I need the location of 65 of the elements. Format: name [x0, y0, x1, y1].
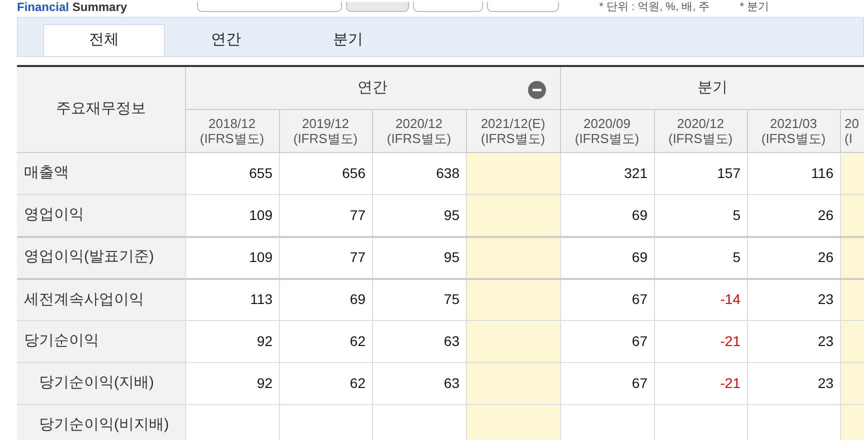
column-header: 2019/12 (IFRS별도): [279, 110, 372, 152]
table-cell: 69: [350, 291, 366, 308]
toolbar-button[interactable]: [197, 2, 342, 12]
row-label: 매출액: [17, 152, 185, 194]
row-label: 영업이익: [17, 194, 185, 236]
table-cell: 63: [444, 375, 460, 391]
table-cell: 655: [249, 165, 272, 181]
table-cell: -21: [720, 375, 740, 391]
table-cell: 95: [444, 206, 460, 223]
table-cell: 92: [256, 333, 272, 349]
column-header: 2020/12 (IFRS별도): [654, 110, 747, 152]
column-header: 2018/12 (IFRS별도): [185, 110, 279, 152]
group-header: 분기: [697, 78, 728, 98]
table-cell: 5: [732, 249, 740, 265]
toolbar-button[interactable]: [487, 2, 560, 12]
unit-note: * 분기: [740, 0, 770, 14]
table-cell: 77: [350, 206, 366, 223]
table-cell: 26: [818, 206, 834, 223]
table-cell: 157: [717, 165, 740, 181]
table-cell: 23: [818, 375, 834, 391]
table-cell: 116: [811, 165, 834, 181]
table-cell: 69: [632, 249, 648, 265]
table-cell: 67: [632, 333, 648, 349]
table-cell: 109: [249, 249, 272, 265]
toolbar-button[interactable]: [346, 2, 410, 12]
table-cell: 5: [732, 206, 740, 223]
column-header: 2021/03 (IFRS별도): [747, 110, 840, 152]
header-cell: 주요재무정보: [17, 66, 185, 152]
table-cell: -21: [720, 333, 740, 349]
table-cell: 92: [256, 375, 272, 391]
column-header: 2021/12(E) (IFRS별도): [466, 110, 560, 152]
table-cell: 75: [444, 291, 460, 308]
table-cell: 23: [818, 333, 834, 349]
table-cell: 113: [250, 291, 272, 308]
unit-note: * 단위 : 억원, %, 배, 주: [599, 0, 710, 14]
table-cell: 95: [444, 249, 460, 265]
table-cell: 26: [818, 249, 834, 265]
table-cell: 67: [632, 291, 648, 308]
toolbar-button[interactable]: [413, 2, 484, 12]
section-title: Financial Summary: [17, 0, 128, 14]
table-cell: 656: [342, 165, 366, 181]
row-label: 당기순이익(비지배): [17, 404, 185, 440]
column-header: 2020/12 (IFRS별도): [372, 110, 466, 152]
tab[interactable]: 전체: [43, 24, 165, 56]
tab[interactable]: 연간: [165, 24, 287, 56]
row-label: 세전계속사업이익: [17, 278, 185, 320]
table-cell: 109: [249, 206, 272, 223]
row-label: 당기순이익(지배): [17, 362, 185, 404]
column-header: 2020/09 (IFRS별도): [560, 110, 654, 152]
table-cell: -14: [720, 291, 740, 308]
column-header: 20 (I: [840, 110, 864, 152]
table-cell: 69: [632, 206, 648, 223]
tab[interactable]: 분기: [287, 24, 409, 56]
group-header: 연간: [358, 78, 388, 98]
table-cell: 62: [350, 333, 366, 349]
table-cell: 67: [632, 375, 648, 391]
table-cell: 23: [818, 291, 834, 308]
table-cell: 62: [350, 375, 366, 391]
row-label: 당기순이익: [17, 320, 185, 362]
table-cell: 77: [350, 249, 366, 265]
table-cell: 63: [444, 333, 460, 349]
collapse-icon[interactable]: [528, 81, 546, 99]
row-label: 영업이익(발표기준): [17, 236, 185, 278]
table-cell: 638: [436, 165, 460, 181]
table-cell: 321: [624, 165, 648, 181]
